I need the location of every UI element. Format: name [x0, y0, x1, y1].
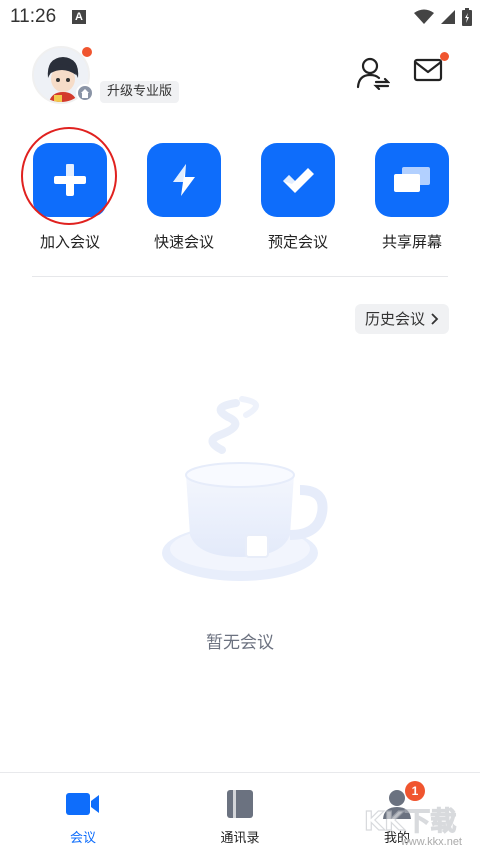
nav-meetings-label: 会议: [69, 831, 96, 846]
avatar-notification-dot: [82, 47, 92, 57]
account-badge-icon: [76, 84, 94, 102]
history-meetings-label: 历史会议: [365, 310, 426, 328]
schedule-meeting-button[interactable]: 预定会议: [248, 143, 348, 252]
nav-contacts-label: 通讯录: [220, 831, 260, 846]
empty-state-text: 暂无会议: [206, 633, 274, 653]
messages-button[interactable]: [413, 52, 449, 88]
lightning-icon: [173, 164, 195, 196]
watermark-url: www.kkx.net: [400, 836, 462, 848]
notification-app-icon: A: [72, 10, 86, 24]
mail-notification-dot: [440, 52, 449, 61]
watermark-brand: KK下载: [364, 807, 456, 837]
checkmark-icon: [283, 168, 314, 193]
status-time: 11:26: [10, 6, 57, 27]
status-bar: 11:26 A: [0, 0, 480, 34]
quick-meeting-label: 快速会议: [153, 233, 214, 251]
nav-contacts[interactable]: 通讯录: [190, 789, 290, 846]
share-screen-label: 共享屏幕: [381, 233, 442, 251]
highlight-annotation-ring: [21, 127, 117, 225]
share-screen-icon: [394, 167, 430, 192]
quick-meeting-tile: [147, 143, 221, 217]
share-screen-button[interactable]: 共享屏幕: [362, 143, 462, 252]
schedule-meeting-label: 预定会议: [267, 233, 328, 251]
join-meeting-label: 加入会议: [39, 233, 100, 251]
avatar-button[interactable]: [32, 46, 94, 104]
upgrade-pro-button[interactable]: 升级专业版: [100, 81, 180, 103]
history-meetings-button[interactable]: 历史会议: [355, 304, 450, 334]
signal-icon: [441, 10, 455, 24]
section-divider: [32, 276, 448, 277]
status-icons: [414, 8, 472, 26]
chevron-right-icon: [431, 313, 439, 325]
profile-badge: 1: [405, 781, 425, 801]
mail-icon: [413, 58, 443, 82]
wifi-icon: [414, 9, 434, 24]
share-screen-tile: [375, 143, 449, 217]
user-switch-icon: [356, 57, 391, 91]
schedule-meeting-tile: [261, 143, 335, 217]
quick-meeting-button[interactable]: 快速会议: [134, 143, 234, 252]
video-camera-icon: [66, 793, 99, 815]
address-book-icon: [227, 790, 253, 818]
nav-meetings[interactable]: 会议: [33, 789, 133, 846]
contacts-switch-button[interactable]: [356, 56, 391, 91]
battery-icon: [462, 8, 472, 26]
coffee-cup-icon: [162, 396, 328, 581]
